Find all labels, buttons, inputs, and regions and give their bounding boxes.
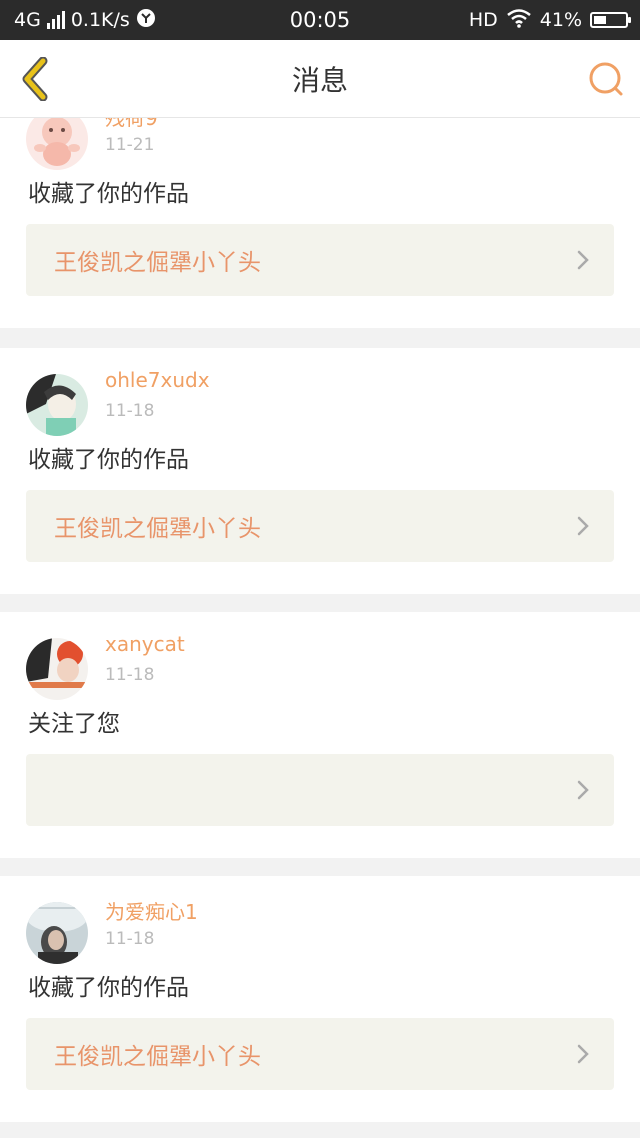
username[interactable]: ohle7xudx <box>105 368 210 392</box>
page-title: 消息 <box>291 64 348 97</box>
message-date: 11-18 <box>105 665 155 685</box>
action-text: 收藏了你的作品 <box>28 447 189 473</box>
action-text: 收藏了你的作品 <box>28 975 189 1001</box>
search-icon <box>589 62 623 96</box>
work-link[interactable]: 王俊凯之倔犟小丫头 <box>26 490 614 562</box>
status-time: 00:05 <box>289 8 351 32</box>
chevron-right-icon <box>577 780 589 800</box>
message-card: 残荷9 11-21 收藏了你的作品 王俊凯之倔犟小丫头 <box>0 118 640 328</box>
username[interactable]: 残荷9 <box>105 118 158 131</box>
status-right: HD 41% <box>468 0 631 40</box>
app-header: 消息 <box>0 40 640 118</box>
work-link[interactable]: 王俊凯之倔犟小丫头 <box>26 1018 614 1090</box>
work-title: 王俊凯之倔犟小丫头 <box>54 516 261 542</box>
message-date: 11-18 <box>105 929 155 949</box>
message-date: 11-21 <box>105 135 155 155</box>
avatar[interactable] <box>26 118 88 170</box>
message-date: 11-18 <box>105 401 155 421</box>
work-title: 王俊凯之倔犟小丫头 <box>54 1044 261 1070</box>
wifi-icon <box>506 8 532 33</box>
work-link[interactable] <box>26 754 614 826</box>
message-feed[interactable]: 残荷9 11-21 收藏了你的作品 王俊凯之倔犟小丫头 ohle7xudx 11… <box>0 118 640 1138</box>
status-bar: 4G 0.1K/s 00:05 HD 41% <box>0 0 640 40</box>
battery-fill <box>594 16 606 24</box>
avatar[interactable] <box>26 902 88 964</box>
battery-icon <box>590 12 631 28</box>
username[interactable]: xanycat <box>105 632 185 656</box>
search-button[interactable] <box>586 59 626 99</box>
username[interactable]: 为爱痴心1 <box>105 896 198 925</box>
avatar[interactable] <box>26 374 88 436</box>
message-card: ohle7xudx 11-18 收藏了你的作品 王俊凯之倔犟小丫头 <box>0 348 640 594</box>
message-card: xanycat 11-18 关注了您 <box>0 612 640 858</box>
work-title: 王俊凯之倔犟小丫头 <box>54 250 261 276</box>
message-card: 为爱痴心1 11-18 收藏了你的作品 王俊凯之倔犟小丫头 <box>0 876 640 1122</box>
chevron-right-icon <box>577 1044 589 1064</box>
action-text: 收藏了你的作品 <box>28 181 189 207</box>
battery-percent: 41% <box>539 9 582 31</box>
chevron-right-icon <box>577 516 589 536</box>
hd-indicator: HD <box>468 9 498 31</box>
action-text: 关注了您 <box>28 711 120 737</box>
avatar[interactable] <box>26 638 88 700</box>
chevron-right-icon <box>577 250 589 270</box>
work-link[interactable]: 王俊凯之倔犟小丫头 <box>26 224 614 296</box>
